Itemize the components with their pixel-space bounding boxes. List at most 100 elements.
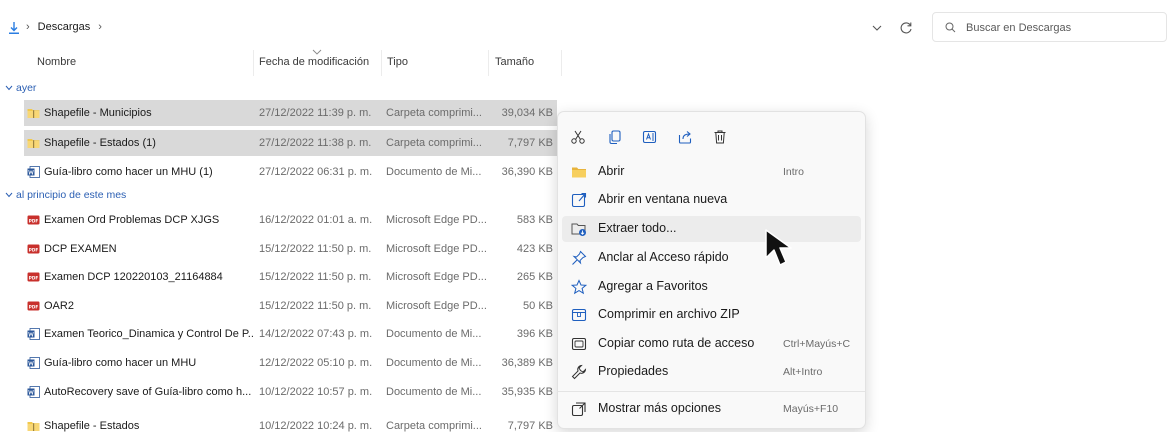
menu-item-abrir-ventana-nueva[interactable]: Abrir en ventana nueva: [562, 187, 861, 213]
file-type: Microsoft Edge PD...: [386, 214, 487, 226]
search-box[interactable]: [932, 12, 1167, 42]
menu-divider: [558, 391, 865, 392]
zip-icon: [571, 308, 587, 322]
share-button[interactable]: [674, 126, 696, 148]
file-name: Guía-libro como hacer un MHU (1): [44, 166, 213, 178]
file-date: 15/12/2022 11:50 p. m.: [259, 271, 372, 283]
file-size: 35,935 KB: [501, 386, 553, 398]
file-date: 16/12/2022 01:01 a. m.: [259, 214, 373, 226]
menu-item-shortcut: Alt+Intro: [783, 366, 823, 378]
file-date: 10/12/2022 10:57 p. m.: [259, 386, 373, 398]
menu-item-label: Copiar como ruta de acceso: [598, 336, 755, 350]
copy-button[interactable]: [604, 126, 626, 148]
column-header-type[interactable]: Tipo: [387, 56, 408, 68]
group-header-this-month[interactable]: al principio de este mes: [0, 187, 560, 207]
file-size: 50 KB: [523, 300, 553, 312]
word-doc-icon: [27, 357, 40, 369]
file-row[interactable]: PDF Examen Ord Problemas DCP XJGS 16/12/…: [24, 207, 557, 233]
file-row[interactable]: PDF OAR2 15/12/2022 11:50 p. m. Microsof…: [24, 293, 557, 319]
copy-icon: [609, 130, 621, 145]
column-divider[interactable]: [253, 50, 254, 76]
chevron-down-icon: [5, 85, 13, 91]
file-row[interactable]: Guía-libro como hacer un MHU 12/12/2022 …: [24, 350, 557, 376]
mouse-cursor-icon: [765, 229, 792, 266]
file-size: 265 KB: [516, 271, 553, 283]
file-row[interactable]: AutoRecovery save of Guía-libro como h..…: [24, 379, 557, 405]
word-doc-icon: [27, 386, 40, 398]
file-row[interactable]: Guía-libro como hacer un MHU (1) 27/12/2…: [24, 159, 557, 185]
menu-item-label: Abrir: [598, 164, 625, 178]
chevron-down-icon[interactable]: [870, 21, 884, 35]
menu-item-copiar-ruta[interactable]: Copiar como ruta de acceso Ctrl+Mayús+C: [562, 331, 861, 357]
file-date: 15/12/2022 11:50 p. m.: [259, 300, 372, 312]
menu-item-label: Extraer todo...: [598, 221, 677, 235]
menu-item-extraer-todo[interactable]: Extraer todo...: [562, 216, 861, 242]
cut-button[interactable]: [567, 126, 589, 148]
file-row[interactable]: PDF DCP EXAMEN 15/12/2022 11:50 p. m. Mi…: [24, 236, 557, 262]
chevron-down-icon: [5, 192, 13, 198]
extract-icon: [571, 223, 586, 236]
file-type: Documento de Mi...: [386, 386, 482, 398]
svg-text:PDF: PDF: [29, 218, 39, 223]
refresh-icon[interactable]: [898, 20, 914, 36]
file-row[interactable]: Shapefile - Estados (1) 27/12/2022 11:38…: [24, 130, 557, 156]
search-icon: [945, 22, 956, 33]
file-row[interactable]: Shapefile - Municipios 27/12/2022 11:39 …: [24, 100, 557, 126]
menu-item-label: Propiedades: [598, 364, 669, 378]
star-icon: [571, 279, 587, 295]
pdf-icon: PDF: [27, 215, 40, 225]
file-type: Carpeta comprimi...: [386, 420, 482, 432]
file-type: Documento de Mi...: [386, 328, 482, 340]
file-type: Carpeta comprimi...: [386, 137, 482, 149]
pdf-icon: PDF: [27, 301, 40, 311]
file-size: 7,797 KB: [507, 420, 553, 432]
column-divider[interactable]: [381, 50, 382, 76]
file-date: 27/12/2022 06:31 p. m.: [259, 166, 373, 178]
delete-icon: [714, 130, 726, 144]
open-new-window-icon: [571, 192, 587, 208]
file-row[interactable]: Shapefile - Estados 10/12/2022 10:24 p. …: [24, 413, 557, 432]
search-input[interactable]: [966, 19, 1156, 37]
menu-item-abrir[interactable]: Abrir Intro: [562, 159, 861, 185]
rename-button[interactable]: [639, 126, 661, 148]
file-type: Carpeta comprimi...: [386, 107, 482, 119]
svg-text:PDF: PDF: [29, 247, 39, 252]
menu-item-label: Anclar al Acceso rápido: [598, 250, 729, 264]
file-name: DCP EXAMEN: [44, 243, 117, 255]
menu-item-anclar[interactable]: Anclar al Acceso rápido: [562, 245, 861, 271]
file-name: Examen DCP 120220103_21164884: [44, 271, 223, 283]
column-divider[interactable]: [488, 50, 489, 76]
breadcrumb-separator[interactable]: ›: [98, 21, 102, 33]
address-bar[interactable]: › Descargas ›: [0, 10, 925, 46]
delete-button[interactable]: [709, 126, 731, 148]
file-size: 39,034 KB: [501, 107, 553, 119]
sort-chevron-icon: [312, 49, 322, 55]
menu-item-comprimir-zip[interactable]: Comprimir en archivo ZIP: [562, 302, 861, 328]
share-icon: [678, 131, 692, 144]
breadcrumb-separator: ›: [26, 21, 30, 33]
group-header-ayer[interactable]: ayer: [0, 80, 560, 100]
file-row[interactable]: Examen Teorico_Dinamica y Control De P..…: [24, 321, 557, 347]
file-row[interactable]: PDF Examen DCP 120220103_21164884 15/12/…: [24, 264, 557, 290]
file-size: 583 KB: [516, 214, 553, 226]
file-size: 396 KB: [516, 328, 553, 340]
file-name: AutoRecovery save of Guía-libro como h..…: [44, 386, 252, 398]
menu-item-shortcut: Ctrl+Mayús+C: [783, 338, 851, 350]
svg-text:PDF: PDF: [29, 275, 39, 280]
column-header-date[interactable]: Fecha de modificación: [259, 56, 369, 68]
menu-item-favoritos[interactable]: Agregar a Favoritos: [562, 274, 861, 300]
breadcrumb-item-descargas[interactable]: Descargas: [38, 21, 91, 33]
file-date: 12/12/2022 05:10 p. m.: [259, 357, 373, 369]
menu-item-shortcut: Mayús+F10: [783, 403, 839, 415]
context-menu: Abrir Intro Abrir en ventana nueva Extra…: [557, 111, 866, 429]
menu-item-label: Comprimir en archivo ZIP: [598, 307, 740, 321]
column-divider[interactable]: [561, 50, 562, 76]
wrench-icon: [571, 364, 587, 380]
column-header-name[interactable]: Nombre: [37, 56, 76, 68]
menu-item-mas-opciones[interactable]: Mostrar más opciones Mayús+F10: [562, 396, 861, 422]
column-headers: Nombre Fecha de modificación Tipo Tamaño: [0, 49, 565, 76]
file-type: Microsoft Edge PD...: [386, 243, 487, 255]
file-type: Microsoft Edge PD...: [386, 271, 487, 283]
column-header-size[interactable]: Tamaño: [495, 56, 534, 68]
menu-item-propiedades[interactable]: Propiedades Alt+Intro: [562, 359, 861, 385]
